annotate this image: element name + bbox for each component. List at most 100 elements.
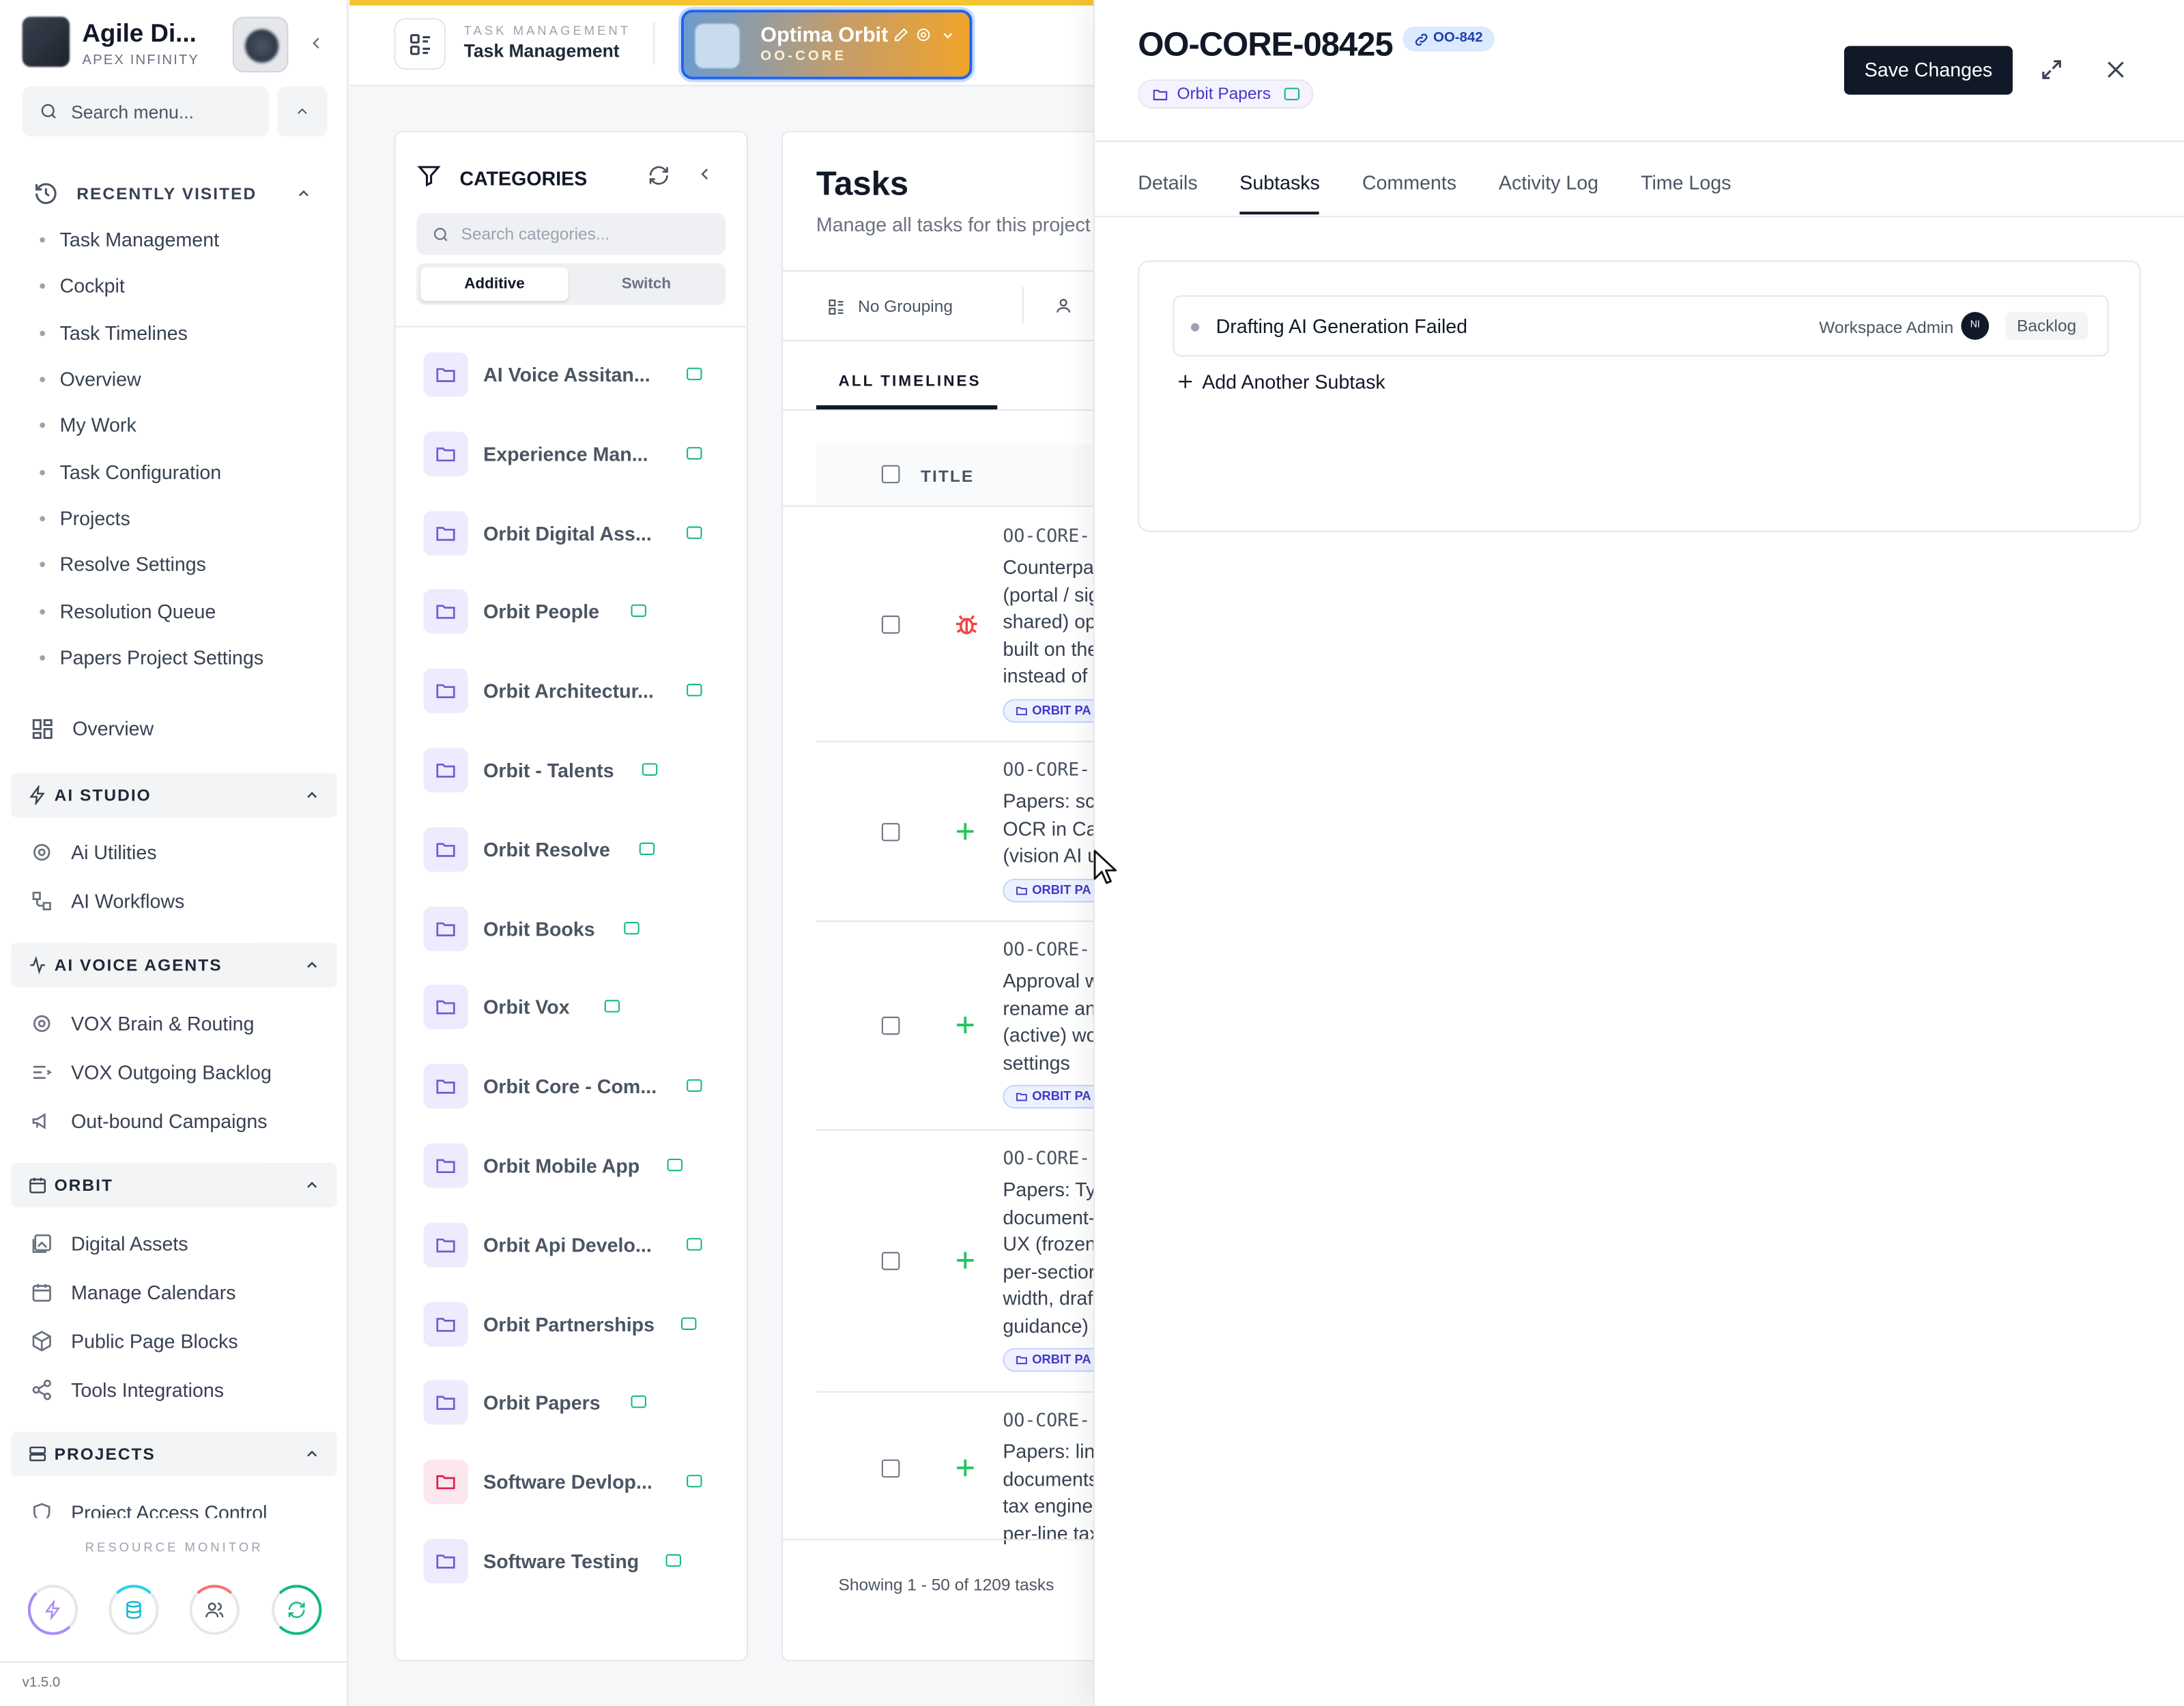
tag-icon [604,1000,620,1013]
project-switcher[interactable]: Optima Orbit OO-CORE [680,10,973,80]
expand-icon[interactable] [2039,57,2065,83]
active-tab-indicator [1239,212,1319,215]
table-row[interactable]: OO-CORE- Counterpa (portal / sig shared) … [783,507,1115,741]
edit-icon[interactable] [893,27,909,43]
users-gauge[interactable] [189,1585,240,1635]
subtask-status-badge[interactable]: Backlog [2005,312,2088,340]
category-item[interactable]: Software Testing [423,1539,730,1584]
app-logo[interactable] [22,16,70,67]
select-all-checkbox[interactable] [881,465,900,484]
group-projects[interactable]: PROJECTS [11,1431,337,1477]
tab-activity-log[interactable]: Activity Log [1499,171,1598,194]
group-ai-voice-agents[interactable]: AI VOICE AGENTS [11,942,337,987]
menu-search-input[interactable]: Search menu... [22,86,269,136]
folder-icon [423,1301,468,1346]
category-search-input[interactable]: Search categories... [416,213,726,255]
recently-visited-heading[interactable]: RECENTLY VISITED [76,184,257,203]
recent-item[interactable]: Projects [39,507,130,530]
tab-details[interactable]: Details [1138,171,1197,194]
tab-all-timelines[interactable]: ALL TIMELINES [839,373,981,390]
sidebar-item-ai-workflows[interactable]: AI Workflows [31,884,184,918]
recent-item[interactable]: Resolve Settings [39,553,206,575]
folder-icon [423,1380,468,1426]
recent-item[interactable]: Task Management [39,229,219,251]
dashboard-icon [32,718,53,738]
grouping-selector[interactable]: No Grouping [827,297,953,316]
row-checkbox[interactable] [881,1252,900,1271]
mode-switch-button[interactable]: Switch [573,268,720,301]
linked-task-badge[interactable]: OO-842 [1403,26,1494,52]
add-subtask-button[interactable]: Add Another Subtask [1175,371,1385,393]
category-item[interactable]: Orbit Partnerships [423,1301,730,1346]
save-changes-button[interactable]: Save Changes [1844,46,2013,95]
task-management-icon[interactable] [394,18,446,70]
database-gauge[interactable] [109,1585,159,1635]
collapse-all-button[interactable] [277,86,328,136]
row-checkbox[interactable] [881,1016,900,1035]
row-checkbox[interactable] [881,822,900,841]
group-ai-studio[interactable]: AI STUDIO [11,772,337,818]
table-row[interactable]: OO-CORE- Papers: sc OCR in Ca (vision AI … [783,741,1115,921]
category-item[interactable]: Orbit - Talents [423,747,730,793]
recent-item[interactable]: Cockpit [39,274,125,297]
recent-item[interactable]: Resolution Queue [39,601,216,623]
sidebar-item-tools-integrations[interactable]: Tools Integrations [31,1373,224,1406]
category-item[interactable]: Orbit Api Develo... [423,1222,730,1267]
task-category-chip[interactable]: Orbit Papers [1138,79,1314,109]
divider [653,22,655,64]
sync-gauge[interactable] [271,1585,322,1635]
table-row[interactable]: OO-CORE- Papers: lin documents tax engine… [783,1391,1115,1544]
subtask-row[interactable]: Drafting AI Generation Failed Workspace … [1173,295,2109,357]
chevron-up-icon[interactable] [296,185,312,201]
category-item[interactable]: Orbit Vox [423,985,730,1030]
category-item[interactable]: Orbit People [423,590,730,635]
mode-additive-button[interactable]: Additive [420,267,569,301]
recent-item[interactable]: Overview [39,368,141,390]
row-checkbox[interactable] [881,1459,900,1478]
category-item[interactable]: Experience Man... [423,431,730,476]
category-item[interactable]: Software Devlop... [423,1460,730,1505]
category-name: Experience Man... [483,442,648,465]
sidebar-item-vox-backlog[interactable]: VOX Outgoing Backlog [31,1056,272,1089]
chevron-down-icon[interactable] [940,28,956,43]
sidebar-item-overview[interactable]: Overview [31,712,154,745]
category-item[interactable]: Orbit Digital Ass... [423,510,730,555]
row-checkbox[interactable] [881,616,900,634]
tab-subtasks[interactable]: Subtasks [1239,171,1320,194]
recent-item[interactable]: My Work [39,414,136,436]
tab-comments[interactable]: Comments [1362,171,1456,194]
category-item[interactable]: Orbit Resolve [423,826,730,872]
project-name: Optima Orbit [760,23,889,48]
close-icon[interactable] [2103,57,2129,83]
category-item[interactable]: Orbit Mobile App [423,1143,730,1188]
tab-time-logs[interactable]: Time Logs [1641,171,1731,194]
user-icon[interactable] [1054,297,1073,315]
sidebar-item-vox-brain[interactable]: VOX Brain & Routing [31,1007,254,1040]
recent-item[interactable]: Task Timelines [39,321,188,344]
column-title-header[interactable]: TITLE [921,467,974,487]
category-item[interactable]: AI Voice Assitan... [423,352,730,397]
sidebar-item-digital-assets[interactable]: Digital Assets [31,1227,188,1260]
collapse-sidebar-icon[interactable] [306,33,326,53]
category-item[interactable]: Orbit Books [423,906,730,951]
recent-item[interactable]: Task Configuration [39,461,222,484]
sidebar-item-project-access[interactable]: Project Access Control [31,1496,268,1518]
gear-icon[interactable] [915,27,932,43]
category-item[interactable]: Orbit Architectur... [423,668,730,714]
group-label: ORBIT [54,1175,114,1196]
table-row[interactable]: OO-CORE- Papers: Ty document- UX (frozen … [783,1129,1115,1391]
user-avatar[interactable] [232,16,289,73]
category-item[interactable]: Orbit Core - Com... [423,1064,730,1109]
cpu-gauge[interactable] [27,1585,78,1635]
category-item[interactable]: Orbit Papers [423,1380,730,1426]
recent-item[interactable]: Papers Project Settings [39,646,264,669]
group-orbit[interactable]: ORBIT [11,1163,337,1208]
sidebar-item-ai-utilities[interactable]: Ai Utilities [31,835,157,869]
refresh-icon[interactable] [648,164,670,187]
table-row[interactable]: OO-CORE- Approval w rename an (active) wo… [783,921,1115,1129]
sidebar-item-manage-calendars[interactable]: Manage Calendars [31,1275,236,1309]
collapse-panel-icon[interactable] [695,164,715,184]
sidebar-item-outbound-campaigns[interactable]: Out-bound Campaigns [31,1104,268,1138]
sidebar-item-public-page-blocks[interactable]: Public Page Blocks [31,1325,238,1358]
category-name: Orbit Core - Com... [483,1075,657,1098]
